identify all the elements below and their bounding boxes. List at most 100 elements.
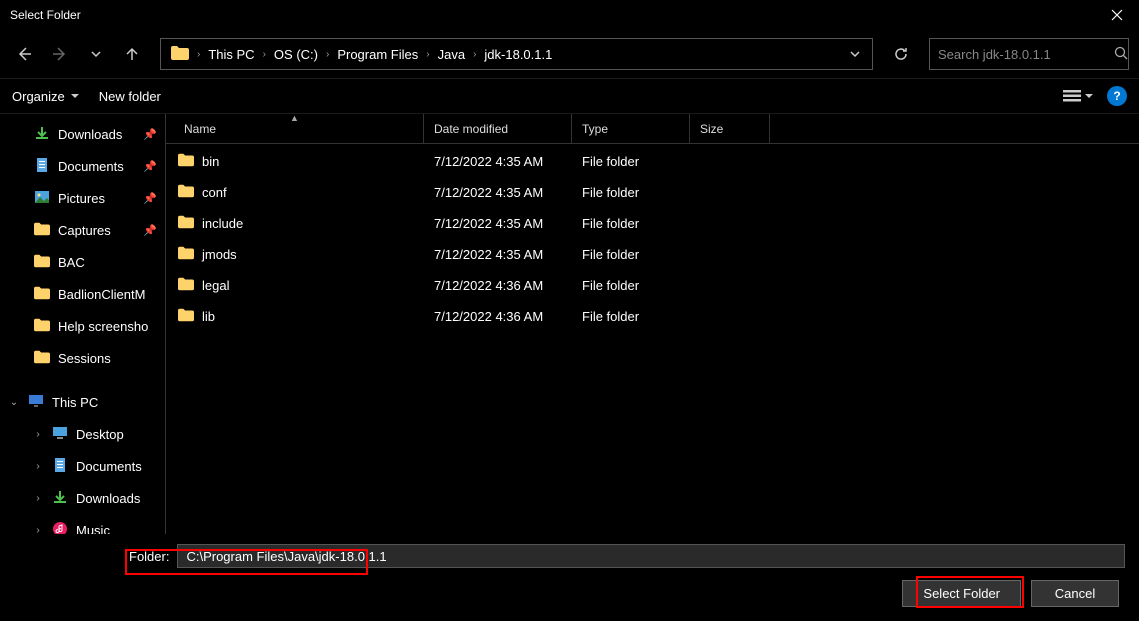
breadcrumb-item[interactable]: This PC — [202, 47, 260, 62]
help-button[interactable]: ? — [1107, 86, 1127, 106]
breadcrumb-item[interactable]: OS (C:) — [268, 47, 324, 62]
sidebar-item-label: Downloads — [58, 127, 122, 142]
sidebar-item[interactable]: Captures📌 — [0, 214, 165, 246]
file-date: 7/12/2022 4:35 AM — [424, 216, 572, 231]
window-title: Select Folder — [10, 8, 1094, 22]
back-button[interactable] — [10, 40, 38, 68]
document-icon — [52, 457, 68, 476]
address-bar[interactable]: › This PC › OS (C:) › Program Files › Ja… — [160, 38, 873, 70]
chevron-right-icon[interactable]: › — [32, 461, 44, 472]
cancel-button[interactable]: Cancel — [1031, 580, 1119, 607]
sidebar-item-label: Desktop — [76, 427, 124, 442]
chevron-down-icon[interactable]: ⌄ — [8, 397, 20, 408]
forward-button[interactable] — [46, 40, 74, 68]
file-type: File folder — [572, 247, 690, 262]
chevron-right-icon[interactable]: › — [261, 49, 268, 60]
folder-label: Folder: — [129, 549, 169, 564]
file-type: File folder — [572, 185, 690, 200]
navbar: › This PC › OS (C:) › Program Files › Ja… — [0, 30, 1139, 78]
new-folder-button[interactable]: New folder — [99, 89, 161, 104]
sidebar-item[interactable]: Help screensho — [0, 310, 165, 342]
pin-icon: 📌 — [143, 224, 157, 237]
folder-icon — [178, 276, 194, 295]
sidebar-item-label: This PC — [52, 395, 98, 410]
folder-path-input[interactable] — [177, 544, 1125, 568]
folder-input-row: Folder: — [129, 544, 1125, 568]
sidebar-item[interactable]: Downloads📌 — [0, 118, 165, 150]
file-name: jmods — [202, 247, 237, 262]
search-box[interactable] — [929, 38, 1129, 70]
column-type[interactable]: Type — [572, 114, 690, 143]
column-name[interactable]: ▲Name — [166, 114, 424, 143]
address-dropdown[interactable] — [842, 47, 868, 62]
download-icon — [52, 489, 68, 508]
breadcrumb-item[interactable]: Java — [432, 47, 471, 62]
file-list: bin7/12/2022 4:35 AMFile folderconf7/12/… — [166, 144, 1139, 332]
organize-label: Organize — [12, 89, 65, 104]
sidebar-item[interactable]: › Music — [0, 514, 165, 534]
file-row[interactable]: lib7/12/2022 4:36 AMFile folder — [166, 301, 1139, 332]
sidebar: Downloads📌Documents📌Pictures📌Captures📌BA… — [0, 114, 165, 534]
sidebar-item[interactable]: BadlionClientM — [0, 278, 165, 310]
sidebar-item[interactable]: › Desktop — [0, 418, 165, 450]
chevron-right-icon[interactable]: › — [195, 49, 202, 60]
file-date: 7/12/2022 4:35 AM — [424, 154, 572, 169]
chevron-right-icon[interactable]: › — [471, 49, 478, 60]
chevron-right-icon[interactable]: › — [32, 525, 44, 535]
chevron-right-icon[interactable]: › — [324, 49, 331, 60]
pin-icon: 📌 — [143, 160, 157, 173]
main-area: Downloads📌Documents📌Pictures📌Captures📌BA… — [0, 114, 1139, 534]
sidebar-item[interactable]: Pictures 📌 — [0, 182, 165, 214]
sidebar-item[interactable]: › Downloads — [0, 482, 165, 514]
close-button[interactable] — [1094, 0, 1139, 30]
refresh-button[interactable] — [887, 40, 915, 68]
column-size[interactable]: Size — [690, 114, 770, 143]
toolbar: Organize New folder ? — [0, 78, 1139, 114]
file-type: File folder — [572, 278, 690, 293]
file-row[interactable]: jmods7/12/2022 4:35 AMFile folder — [166, 239, 1139, 270]
chevron-right-icon[interactable]: › — [32, 429, 44, 440]
folder-icon — [34, 285, 50, 304]
file-name: include — [202, 216, 243, 231]
chevron-right-icon[interactable]: › — [32, 493, 44, 504]
select-folder-button[interactable]: Select Folder — [902, 580, 1021, 607]
pin-icon: 📌 — [143, 192, 157, 205]
folder-icon — [178, 214, 194, 233]
search-input[interactable] — [938, 47, 1114, 62]
search-icon[interactable] — [1114, 46, 1128, 63]
view-button[interactable] — [1063, 89, 1093, 103]
file-row[interactable]: legal7/12/2022 4:36 AMFile folder — [166, 270, 1139, 301]
organize-button[interactable]: Organize — [12, 89, 79, 104]
music-icon — [52, 521, 68, 535]
bottom-panel: Folder: Select Folder Cancel — [0, 534, 1139, 621]
sidebar-item-label: Downloads — [76, 491, 140, 506]
pictures-icon — [34, 189, 50, 208]
folder-icon — [34, 349, 50, 368]
file-list-area: ▲Name Date modified Type Size bin7/12/20… — [165, 114, 1139, 534]
column-headers: ▲Name Date modified Type Size — [166, 114, 1139, 144]
sidebar-item[interactable]: Documents 📌 — [0, 150, 165, 182]
file-row[interactable]: include7/12/2022 4:35 AMFile folder — [166, 208, 1139, 239]
chevron-right-icon[interactable]: › — [424, 49, 431, 60]
file-name: lib — [202, 309, 215, 324]
sidebar-item-label: Pictures — [58, 191, 105, 206]
folder-icon — [171, 46, 189, 63]
sort-asc-icon: ▲ — [290, 113, 299, 123]
breadcrumb-item[interactable]: Program Files — [331, 47, 424, 62]
sidebar-item-label: Music — [76, 523, 110, 535]
sidebar-item[interactable]: BAC — [0, 246, 165, 278]
sidebar-item-label: Documents — [58, 159, 124, 174]
recent-dropdown[interactable] — [82, 40, 110, 68]
sidebar-item-label: BAC — [58, 255, 85, 270]
sidebar-item-thispc[interactable]: ⌄ This PC — [0, 386, 165, 418]
file-type: File folder — [572, 309, 690, 324]
column-date[interactable]: Date modified — [424, 114, 572, 143]
sidebar-item-label: Documents — [76, 459, 142, 474]
sidebar-item[interactable]: Sessions — [0, 342, 165, 374]
up-button[interactable] — [118, 40, 146, 68]
file-name: legal — [202, 278, 229, 293]
breadcrumb-item[interactable]: jdk-18.0.1.1 — [478, 47, 558, 62]
sidebar-item[interactable]: › Documents — [0, 450, 165, 482]
file-row[interactable]: bin7/12/2022 4:35 AMFile folder — [166, 146, 1139, 177]
file-row[interactable]: conf7/12/2022 4:35 AMFile folder — [166, 177, 1139, 208]
